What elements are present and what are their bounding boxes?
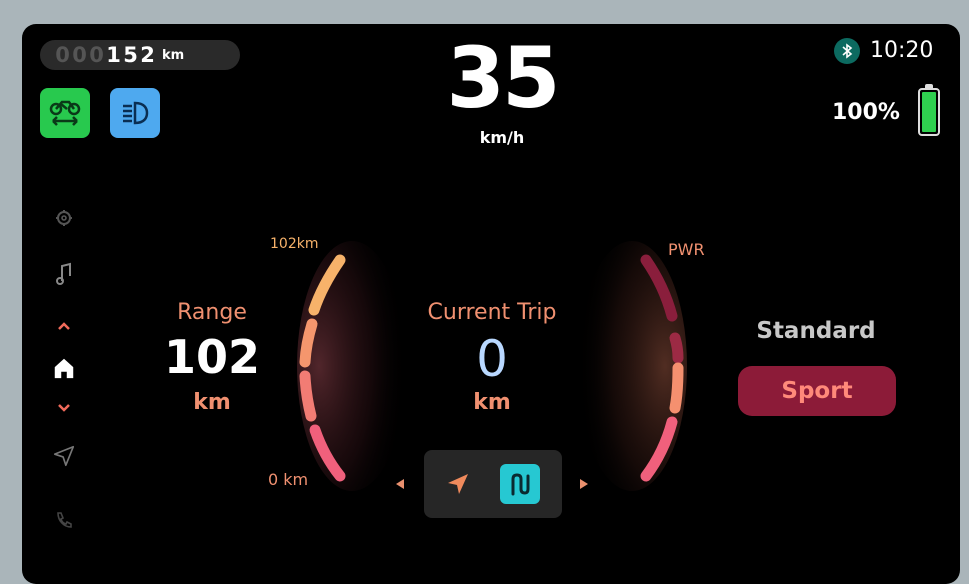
range-min-label: 0 km (268, 470, 309, 489)
mode-standard[interactable]: Standard (736, 318, 896, 344)
range-unit: km (193, 390, 231, 415)
trip-value: 0 (476, 330, 508, 388)
range-max-label: 102km (270, 236, 319, 252)
trip-label: Current Trip (427, 300, 557, 325)
power-label: PWR (668, 240, 705, 259)
route-icon[interactable] (500, 464, 540, 504)
nav-next-icon[interactable] (580, 479, 588, 489)
trip-unit: km (473, 390, 511, 415)
range-segment (299, 318, 318, 368)
arrow-icon[interactable] (438, 464, 478, 504)
nav-panel (424, 450, 562, 518)
nav-prev-icon[interactable] (396, 479, 404, 489)
range-value: 102 (163, 330, 261, 384)
range-label: Range (177, 300, 247, 325)
power-segment (669, 362, 684, 414)
range-segment (299, 370, 317, 422)
power-segment (669, 332, 684, 364)
mode-sport-button[interactable]: Sport (738, 366, 896, 416)
dashboard: 0 0 0 1 5 2 km 35 km/h 10:20 100% 102km … (22, 24, 960, 584)
